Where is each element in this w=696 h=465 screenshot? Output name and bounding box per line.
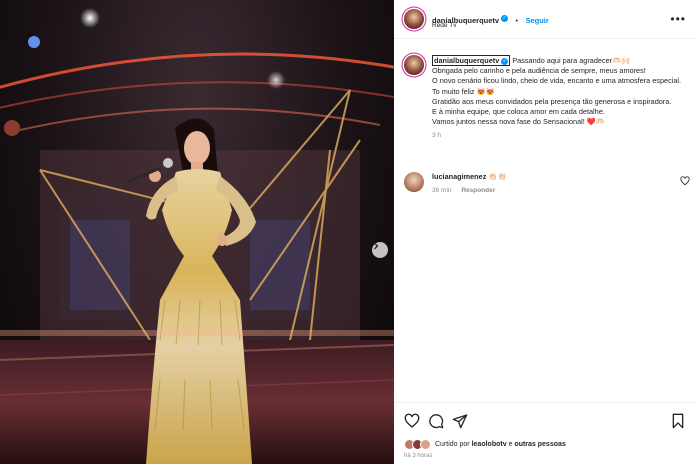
post-actions: Curtido por leaolobotv e outras pessoas …: [394, 402, 696, 465]
heart-icon[interactable]: [404, 413, 420, 429]
comment-like-heart-icon[interactable]: [680, 176, 690, 186]
post-side-panel: danialbuquerquetv ✓ • Seguir Rede Tv ••• …: [394, 0, 696, 464]
next-image-button[interactable]: [372, 242, 388, 258]
liked-user[interactable]: leaolobotv: [472, 441, 507, 448]
liked-others[interactable]: outras pessoas: [514, 441, 565, 448]
caption-line-3: O novo cenário ficou lindo, cheio de vid…: [432, 76, 682, 96]
chevron-right-icon: [374, 242, 379, 250]
comment-body: lucianagimenez 👏🏻👏🏻: [432, 172, 682, 181]
comment: lucianagimenez 👏🏻👏🏻 36 min Responder: [432, 172, 682, 194]
liked-connector: e: [508, 441, 513, 448]
liked-by: Curtido por leaolobotv e outras pessoas: [404, 439, 566, 450]
comment-text: 👏🏻👏🏻: [488, 172, 507, 181]
caption-time: 3 h: [432, 132, 442, 140]
caption-text-1: Passando aqui para agradecer🫶🏻🙌🏻: [512, 56, 631, 65]
post-time[interactable]: há 3 horas: [404, 453, 432, 459]
more-options-button[interactable]: •••: [670, 12, 686, 26]
liked-prefix: Curtido por: [435, 441, 470, 448]
comment-icon[interactable]: [428, 413, 444, 429]
caption-avatar[interactable]: [404, 55, 424, 75]
share-icon[interactable]: [452, 413, 468, 429]
location-label[interactable]: Rede Tv: [432, 22, 456, 29]
caption-line-1: danialbuquerquetv ✓ Passando aqui para ag…: [432, 55, 690, 66]
comment-avatar[interactable]: [404, 172, 424, 192]
verified-icon: ✓: [501, 57, 509, 65]
caption-username-box[interactable]: danialbuquerquetv ✓: [432, 55, 511, 66]
comment-meta: 36 min Responder: [432, 187, 682, 194]
post-media[interactable]: [0, 0, 394, 464]
caption-username[interactable]: danialbuquerquetv: [434, 56, 499, 65]
bookmark-icon[interactable]: [670, 413, 686, 429]
caption-line-4: Gratidão aos meus convidados pela presen…: [432, 96, 672, 106]
post-header: danialbuquerquetv ✓ • Seguir Rede Tv •••: [394, 0, 696, 39]
reply-button[interactable]: Responder: [461, 187, 495, 194]
comment-time: 36 min: [432, 187, 452, 194]
avatar: [420, 439, 431, 450]
liked-avatars: [404, 439, 431, 450]
caption-line-6: Vamos juntos nessa nova fase do Sensacio…: [432, 117, 605, 127]
post-caption: danialbuquerquetv ✓ Passando aqui para ag…: [432, 55, 690, 142]
comment-username[interactable]: lucianagimenez: [432, 172, 486, 181]
post-photo: [0, 8, 394, 464]
separator-dot: •: [515, 18, 518, 25]
caption-line-5: E à minha equipe, que coloca amor em cad…: [432, 107, 605, 117]
follow-button[interactable]: Seguir: [525, 16, 548, 25]
verified-icon: ✓: [501, 15, 509, 23]
caption-line-2: Obrigada pelo carinho e pela audiência d…: [432, 66, 646, 76]
avatar[interactable]: [404, 9, 424, 29]
